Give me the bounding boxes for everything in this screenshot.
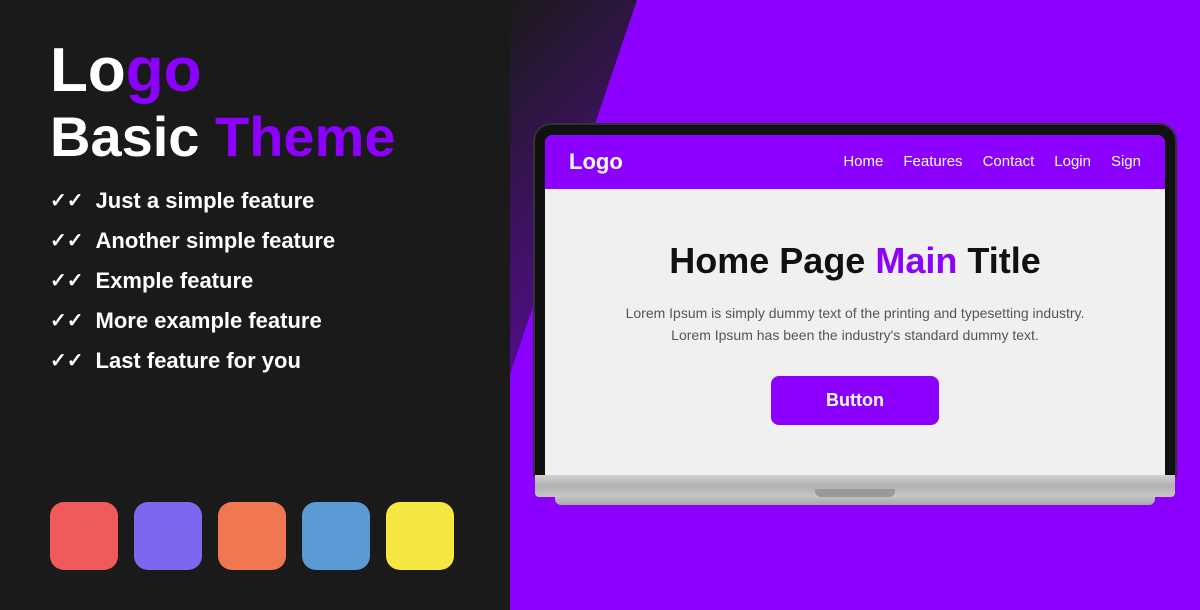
laptop-navbar-logo: Logo — [569, 149, 623, 175]
laptop-screen-inner: Logo Home Features Contact Login Sign Ho… — [545, 135, 1165, 476]
logo-white: Lo — [50, 36, 126, 105]
logo-heading: Logo — [50, 40, 460, 102]
hero-title-black2: Title — [957, 240, 1040, 281]
nav-link-signup[interactable]: Sign — [1111, 153, 1141, 170]
left-panel: Logo Basic Theme ✓✓ Just a simple featur… — [0, 0, 510, 610]
tagline-white: Basic — [50, 105, 215, 168]
feature-label-3: Exmple feature — [96, 268, 254, 294]
swatch-red[interactable] — [50, 502, 118, 570]
laptop-navbar: Logo Home Features Contact Login Sign — [545, 135, 1165, 189]
feature-item-1: ✓✓ Just a simple feature — [50, 188, 460, 214]
hero-title-purple: Main — [875, 240, 957, 281]
feature-label-5: Last feature for you — [96, 348, 301, 374]
swatch-orange[interactable] — [218, 502, 286, 570]
nav-link-login[interactable]: Login — [1054, 153, 1091, 170]
nav-link-home[interactable]: Home — [843, 153, 883, 170]
hero-title-black1: Home Page — [669, 240, 875, 281]
check-icon-3: ✓✓ — [50, 268, 84, 293]
check-icon-1: ✓✓ — [50, 188, 84, 213]
nav-link-contact[interactable]: Contact — [983, 153, 1035, 170]
feature-label-2: Another simple feature — [96, 228, 336, 254]
feature-item-5: ✓✓ Last feature for you — [50, 348, 460, 374]
swatch-purple[interactable] — [134, 502, 202, 570]
right-panel: Logo Home Features Contact Login Sign Ho… — [510, 0, 1200, 610]
feature-item-3: ✓✓ Exmple feature — [50, 268, 460, 294]
feature-label-1: Just a simple feature — [96, 188, 315, 214]
check-icon-4: ✓✓ — [50, 308, 84, 333]
feature-label-4: More example feature — [96, 308, 322, 334]
laptop-base — [535, 475, 1175, 497]
feature-item-4: ✓✓ More example feature — [50, 308, 460, 334]
laptop-hero: Home Page Main Title Lorem Ipsum is simp… — [545, 189, 1165, 476]
laptop-screen-outer: Logo Home Features Contact Login Sign Ho… — [535, 125, 1175, 476]
nav-link-features[interactable]: Features — [903, 153, 962, 170]
laptop-hero-button[interactable]: Button — [771, 376, 939, 425]
laptop-hero-body: Lorem Ipsum is simply dummy text of the … — [585, 302, 1125, 347]
check-icon-5: ✓✓ — [50, 348, 84, 373]
laptop-nav-links: Home Features Contact Login Sign — [843, 153, 1141, 170]
laptop-mockup: Logo Home Features Contact Login Sign Ho… — [535, 125, 1175, 506]
check-icon-2: ✓✓ — [50, 228, 84, 253]
color-swatches — [50, 502, 460, 570]
features-list: ✓✓ Just a simple feature ✓✓ Another simp… — [50, 188, 460, 374]
swatch-yellow[interactable] — [386, 502, 454, 570]
logo-area: Logo Basic Theme — [50, 40, 460, 168]
tagline: Basic Theme — [50, 106, 460, 168]
laptop-hero-title: Home Page Main Title — [585, 239, 1125, 282]
laptop-foot — [555, 497, 1155, 505]
swatch-blue[interactable] — [302, 502, 370, 570]
feature-item-2: ✓✓ Another simple feature — [50, 228, 460, 254]
tagline-purple: Theme — [215, 105, 396, 168]
logo-purple: go — [126, 36, 202, 105]
